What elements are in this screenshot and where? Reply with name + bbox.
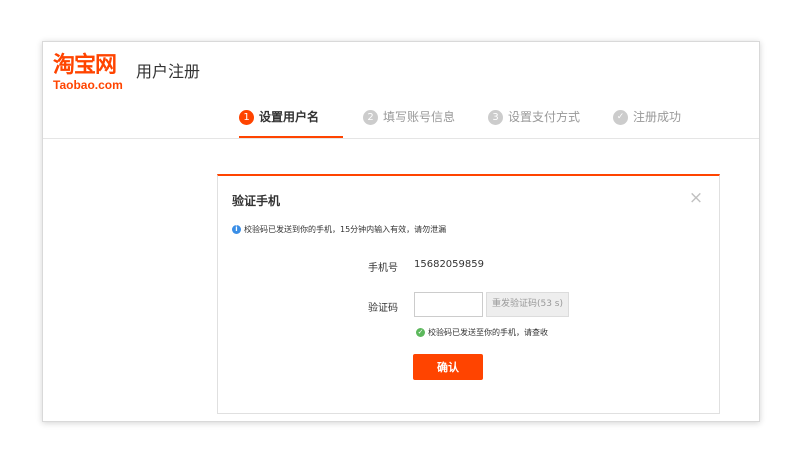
- page-title: 用户注册: [136, 62, 201, 81]
- dialog-title: 验证手机: [232, 194, 281, 208]
- step-label: 注册成功: [633, 110, 682, 124]
- step-label: 设置用户名: [259, 110, 320, 124]
- success-text: 校验码已发送至你的手机，请查收: [428, 328, 548, 337]
- step-number-3: 3: [488, 110, 503, 125]
- step-payment-method: 3 设置支付方式: [488, 110, 580, 138]
- registration-window: 淘宝网 Taobao.com 用户注册 1 设置用户名 2 填写账号信息 3 设…: [42, 41, 760, 422]
- logo-text-cn: 淘宝网: [53, 53, 117, 78]
- confirm-button[interactable]: 确认: [413, 354, 483, 380]
- code-label: 验证码: [368, 303, 398, 314]
- sms-notice: i 校验码已发送到你的手机，15分钟内输入有效，请勿泄漏: [232, 224, 446, 235]
- success-check-icon: ✓: [416, 328, 425, 337]
- step-set-username: 1 设置用户名: [239, 110, 343, 138]
- registration-steps: 1 设置用户名 2 填写账号信息 3 设置支付方式 ✓ 注册成功: [43, 102, 759, 139]
- taobao-logo[interactable]: 淘宝网 Taobao.com: [53, 54, 133, 94]
- info-icon: i: [232, 225, 241, 234]
- step-label: 设置支付方式: [508, 110, 581, 124]
- check-circle-icon: ✓: [613, 110, 628, 125]
- notice-text: 校验码已发送到你的手机，15分钟内输入有效，请勿泄漏: [244, 225, 447, 234]
- step-register-success: ✓ 注册成功: [613, 110, 681, 138]
- verification-code-input[interactable]: [414, 292, 483, 317]
- step-number-2: 2: [363, 110, 378, 125]
- resend-code-button[interactable]: 重发验证码(53 s): [486, 292, 569, 317]
- close-icon[interactable]: ×: [688, 190, 704, 207]
- step-label: 填写账号信息: [383, 110, 456, 124]
- code-sent-status: ✓ 校验码已发送至你的手机，请查收: [416, 327, 548, 338]
- logo-text-en: Taobao.com: [53, 78, 123, 92]
- step-number-1: 1: [239, 110, 254, 125]
- phone-number-value: 15682059859: [414, 259, 484, 270]
- step-account-info: 2 填写账号信息: [363, 110, 455, 138]
- phone-label: 手机号: [368, 263, 398, 274]
- verify-phone-dialog: 验证手机 × i 校验码已发送到你的手机，15分钟内输入有效，请勿泄漏 手机号 …: [217, 174, 720, 414]
